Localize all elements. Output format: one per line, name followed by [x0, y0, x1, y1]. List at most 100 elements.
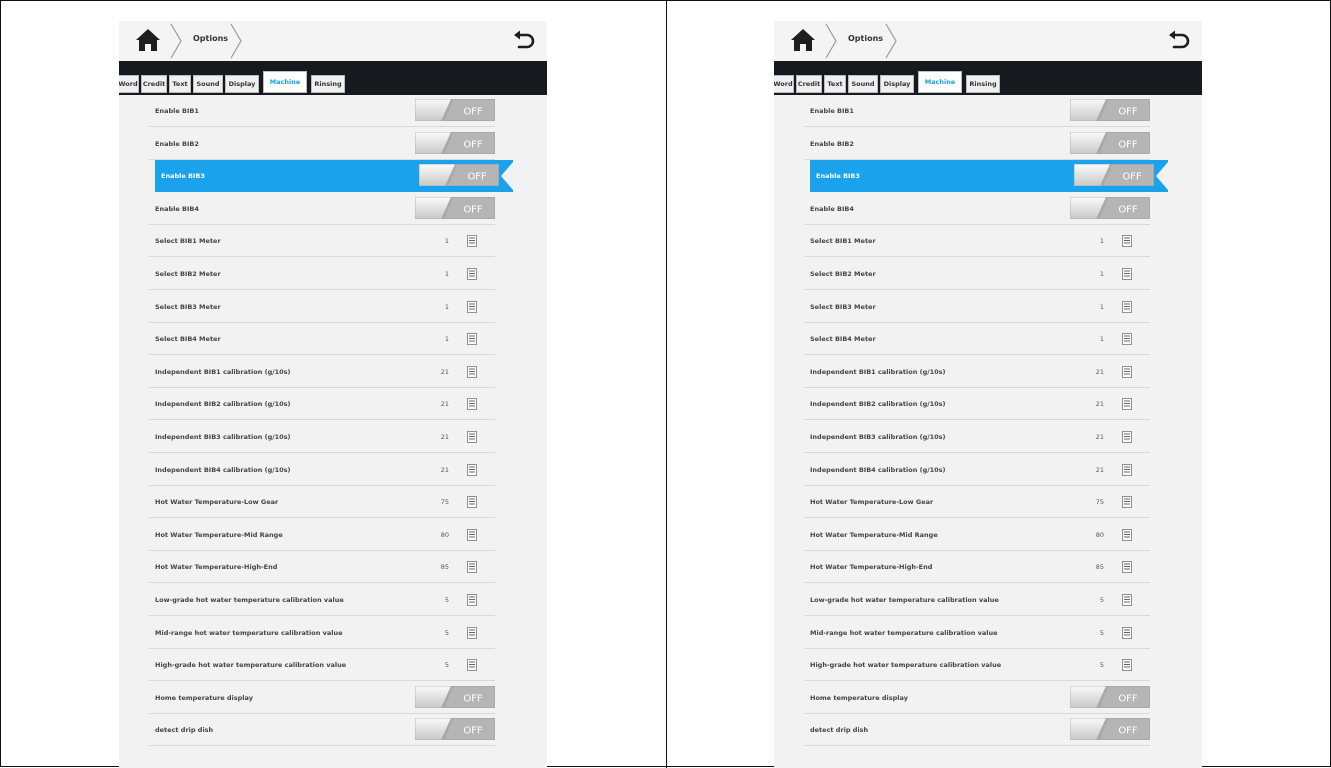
settings-row[interactable]: Low-grade hot water temperature calibrat… [149, 584, 495, 616]
list-icon[interactable] [467, 300, 477, 313]
settings-row[interactable]: Mid-range hot water temperature calibrat… [804, 617, 1150, 649]
settings-row[interactable]: Independent BIB2 calibration (g/10s) 21 [804, 388, 1150, 421]
tab-display[interactable]: Display [225, 75, 259, 93]
settings-row[interactable]: Select BIB3 Meter 1 [804, 291, 1150, 323]
settings-row[interactable]: Independent BIB4 calibration (g/10s) 21 [804, 454, 1150, 486]
list-icon[interactable] [1122, 268, 1132, 280]
settings-row[interactable]: Enable BIB4 OFF [149, 193, 495, 225]
home-icon[interactable] [135, 27, 161, 53]
settings-row[interactable]: Home temperature display OFF [149, 682, 495, 714]
list-icon[interactable] [1122, 333, 1132, 346]
tab-sound[interactable]: Sound [848, 75, 878, 93]
settings-row[interactable]: Enable BIB2 OFF [149, 128, 495, 160]
settings-row[interactable]: Independent BIB1 calibration (g/10s) 21 [149, 356, 495, 388]
settings-row[interactable]: Independent BIB3 calibration (g/10s) 21 [149, 421, 495, 453]
settings-row[interactable]: Enable BIB1 OFF [804, 95, 1150, 127]
list-icon[interactable] [1122, 365, 1132, 378]
list-icon[interactable] [467, 594, 477, 606]
settings-row[interactable]: Enable BIB2 OFF [804, 128, 1150, 160]
list-icon[interactable] [1122, 235, 1132, 248]
settings-row[interactable]: Hot Water Temperature-Low Gear 75 [149, 486, 495, 519]
breadcrumb-options[interactable]: Options [193, 34, 228, 43]
settings-row[interactable]: Independent BIB4 calibration (g/10s) 21 [149, 454, 495, 486]
list-icon[interactable] [1122, 659, 1132, 672]
settings-row[interactable]: Mid-range hot water temperature calibrat… [149, 617, 495, 649]
tab-credit[interactable]: Credit [796, 75, 822, 93]
toggle-switch[interactable]: OFF [415, 131, 495, 154]
settings-row[interactable]: Independent BIB3 calibration (g/10s) 21 [804, 421, 1150, 453]
settings-row[interactable]: Enable BIB3 OFF [810, 160, 1168, 193]
breadcrumb-options[interactable]: Options [848, 34, 883, 43]
list-icon[interactable] [467, 398, 477, 411]
list-icon[interactable] [467, 431, 477, 443]
toggle-switch[interactable]: OFF [1070, 718, 1150, 741]
tab-text[interactable]: Text [169, 75, 191, 93]
home-icon[interactable] [790, 27, 816, 53]
settings-row[interactable]: Select BIB3 Meter 1 [149, 291, 495, 323]
tab-text[interactable]: Text [824, 75, 846, 93]
list-icon[interactable] [467, 626, 477, 639]
list-icon[interactable] [467, 463, 477, 476]
list-icon[interactable] [1122, 431, 1132, 443]
back-arrow-icon[interactable] [511, 29, 535, 53]
list-icon[interactable] [467, 365, 477, 378]
back-arrow-icon[interactable] [1166, 29, 1190, 53]
toggle-switch[interactable]: OFF [419, 164, 499, 187]
tab-sound[interactable]: Sound [193, 75, 223, 93]
toggle-switch[interactable]: OFF [415, 196, 495, 219]
list-icon[interactable] [1122, 300, 1132, 313]
list-icon[interactable] [467, 561, 477, 574]
list-icon[interactable] [467, 496, 477, 509]
tab-rinsing[interactable]: Rinsing [311, 75, 345, 93]
settings-row[interactable]: Select BIB1 Meter 1 [804, 225, 1150, 258]
list-icon[interactable] [1122, 561, 1132, 574]
tab-machine[interactable]: Machine [263, 71, 307, 93]
list-icon[interactable] [467, 659, 477, 672]
settings-row[interactable]: Select BIB2 Meter 1 [804, 258, 1150, 290]
settings-row[interactable]: detect drip dish OFF [149, 714, 495, 747]
tab-word[interactable]: Word [774, 75, 794, 93]
list-icon[interactable] [1122, 528, 1132, 541]
settings-row[interactable]: Hot Water Temperature-Low Gear 75 [804, 486, 1150, 519]
tab-machine[interactable]: Machine [918, 71, 962, 93]
list-icon[interactable] [1122, 594, 1132, 606]
settings-row[interactable]: Independent BIB1 calibration (g/10s) 21 [804, 356, 1150, 388]
settings-row[interactable]: Enable BIB4 OFF [804, 193, 1150, 225]
list-icon[interactable] [1122, 398, 1132, 411]
tab-credit[interactable]: Credit [141, 75, 167, 93]
settings-row[interactable]: Select BIB4 Meter 1 [149, 323, 495, 356]
tab-display[interactable]: Display [880, 75, 914, 93]
list-icon[interactable] [467, 235, 477, 248]
list-icon[interactable] [1122, 626, 1132, 639]
list-icon[interactable] [1122, 496, 1132, 509]
toggle-switch[interactable]: OFF [1070, 685, 1150, 708]
settings-row[interactable]: Hot Water Temperature-High-End 85 [149, 551, 495, 584]
tab-rinsing[interactable]: Rinsing [966, 75, 1000, 93]
toggle-switch[interactable]: OFF [1070, 196, 1150, 219]
settings-row[interactable]: Low-grade hot water temperature calibrat… [804, 584, 1150, 616]
settings-row[interactable]: detect drip dish OFF [804, 714, 1150, 747]
list-icon[interactable] [467, 333, 477, 346]
toggle-switch[interactable]: OFF [1070, 131, 1150, 154]
list-icon[interactable] [1122, 463, 1132, 476]
settings-row[interactable]: Select BIB2 Meter 1 [149, 258, 495, 290]
toggle-switch[interactable]: OFF [415, 99, 495, 121]
tab-word[interactable]: Word [119, 75, 139, 93]
settings-row[interactable]: Home temperature display OFF [804, 682, 1150, 714]
settings-row[interactable]: High-grade hot water temperature calibra… [149, 649, 495, 682]
list-icon[interactable] [467, 528, 477, 541]
settings-row[interactable]: Select BIB1 Meter 1 [149, 225, 495, 258]
toggle-switch[interactable]: OFF [415, 685, 495, 708]
settings-row[interactable]: Hot Water Temperature-High-End 85 [804, 551, 1150, 584]
toggle-switch[interactable]: OFF [1070, 99, 1150, 121]
toggle-switch[interactable]: OFF [1074, 164, 1154, 187]
toggle-switch[interactable]: OFF [415, 718, 495, 741]
settings-row[interactable]: High-grade hot water temperature calibra… [804, 649, 1150, 682]
settings-row[interactable]: Independent BIB2 calibration (g/10s) 21 [149, 388, 495, 421]
settings-row[interactable]: Hot Water Temperature-Mid Range 80 [804, 519, 1150, 551]
list-icon[interactable] [467, 268, 477, 280]
settings-row[interactable]: Enable BIB3 OFF [155, 160, 513, 193]
settings-row[interactable]: Enable BIB1 OFF [149, 95, 495, 127]
settings-row[interactable]: Hot Water Temperature-Mid Range 80 [149, 519, 495, 551]
settings-row[interactable]: Select BIB4 Meter 1 [804, 323, 1150, 356]
